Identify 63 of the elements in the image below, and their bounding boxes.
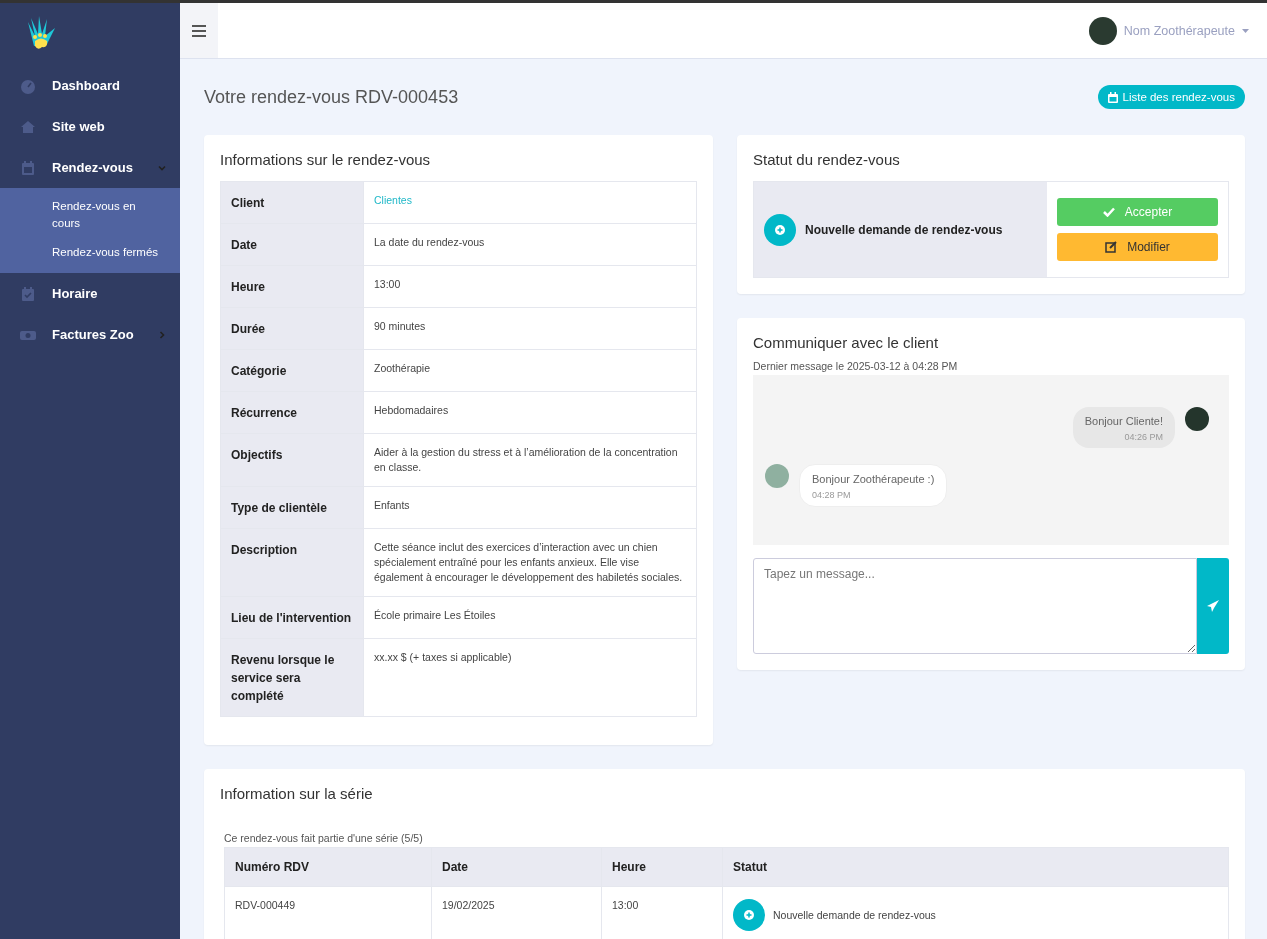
- menu-icon: [192, 24, 206, 37]
- field-value: 13:00: [363, 265, 697, 308]
- calendar-icon: [20, 159, 36, 176]
- card-title: Information sur la série: [220, 785, 374, 802]
- sidebar-item[interactable]: Horaire: [0, 273, 180, 314]
- calendar-icon: [1108, 91, 1119, 103]
- card-title: Statut du rendez-vous: [753, 151, 901, 168]
- field-value: Hebdomadaires: [363, 391, 697, 434]
- field-label: Type de clientèle: [220, 486, 364, 529]
- field-label: Heure: [220, 265, 364, 308]
- message-bubble: Bonjour Zoothérapeute :) 04:28 PM: [799, 464, 948, 507]
- sidebar-item[interactable]: Dashboard: [0, 65, 180, 106]
- field-value: Enfants: [363, 486, 697, 529]
- caret-icon: [1242, 28, 1249, 33]
- page-title: Votre rendez-vous RDV-000453: [204, 86, 459, 108]
- field-label: Lieu de l'intervention: [220, 596, 364, 639]
- sidebar-item[interactable]: Factures Zoo: [0, 314, 180, 355]
- field-label: Catégorie: [220, 349, 364, 392]
- edit-icon: [1105, 241, 1118, 253]
- field-value: Cette séance inclut des exercices d’interaction avec un chien spécialement entraîné pour les enfants anxieux. Elle vise également à encourager le développement des habiletés sociales.: [363, 528, 697, 597]
- sidebar-item[interactable]: Rendez-vous: [0, 147, 180, 188]
- field-label: Revenu lorsque le service sera complété: [220, 638, 364, 717]
- field-value: xx.xx $ (+ taxes si applicable): [363, 638, 697, 717]
- plus-icon: [733, 899, 765, 931]
- gauge-icon: [20, 77, 36, 94]
- status-text: Nouvelle demande de rendez-vous: [805, 221, 1003, 239]
- field-value: Aider à la gestion du stress et à l’amélioration de la concentration en classe.: [363, 433, 697, 487]
- plus-icon: [764, 213, 796, 246]
- card-title: Informations sur le rendez-vous: [220, 151, 432, 168]
- field-label: Description: [220, 528, 364, 597]
- field-label: Durée: [220, 307, 364, 350]
- series-note: Ce rendez-vous fait partie d'une série (5/5): [224, 832, 424, 844]
- last-message-info: Dernier message le 2025-03-12 à 04:28 PM: [753, 360, 959, 372]
- home-icon: [20, 118, 36, 135]
- column-header: Statut: [722, 847, 1229, 887]
- submenu-item[interactable]: Rendez-vous fermés: [0, 238, 180, 267]
- card-title: Communiquer avec le client: [753, 334, 940, 351]
- chevron-icon: [158, 163, 166, 172]
- field-label: Récurrence: [220, 391, 364, 434]
- chevron-icon: [158, 330, 166, 339]
- send-icon: [1207, 600, 1219, 612]
- column-header: Numéro RDV: [224, 847, 432, 887]
- edit-button[interactable]: Modifier: [1057, 233, 1218, 261]
- menu-button[interactable]: [180, 3, 218, 58]
- sidebar-item[interactable]: Site web: [0, 106, 180, 147]
- field-label: Date: [220, 223, 364, 266]
- table-cell: RDV-000449: [224, 886, 432, 939]
- calendar-check-icon: [20, 285, 36, 302]
- column-header: Date: [431, 847, 602, 887]
- message-bubble: Bonjour Cliente! 04:26 PM: [1072, 407, 1175, 448]
- avatar: [765, 464, 789, 488]
- column-header: Heure: [601, 847, 723, 887]
- field-label: Client: [220, 181, 364, 224]
- submenu-item[interactable]: Rendez-vous en cours: [0, 192, 180, 238]
- message-field[interactable]: Tapez un message...: [753, 558, 1197, 654]
- avatar: [1185, 407, 1209, 431]
- field-value: La date du rendez-vous: [363, 223, 697, 266]
- field-value: École primaire Les Étoiles: [363, 596, 697, 639]
- status-text: Nouvelle demande de rendez-vous: [773, 909, 936, 921]
- field-label: Objectifs: [220, 433, 364, 487]
- field-value: Zoothérapie: [363, 349, 697, 392]
- check-icon: [1102, 207, 1115, 217]
- field-value: 90 minutes: [363, 307, 697, 350]
